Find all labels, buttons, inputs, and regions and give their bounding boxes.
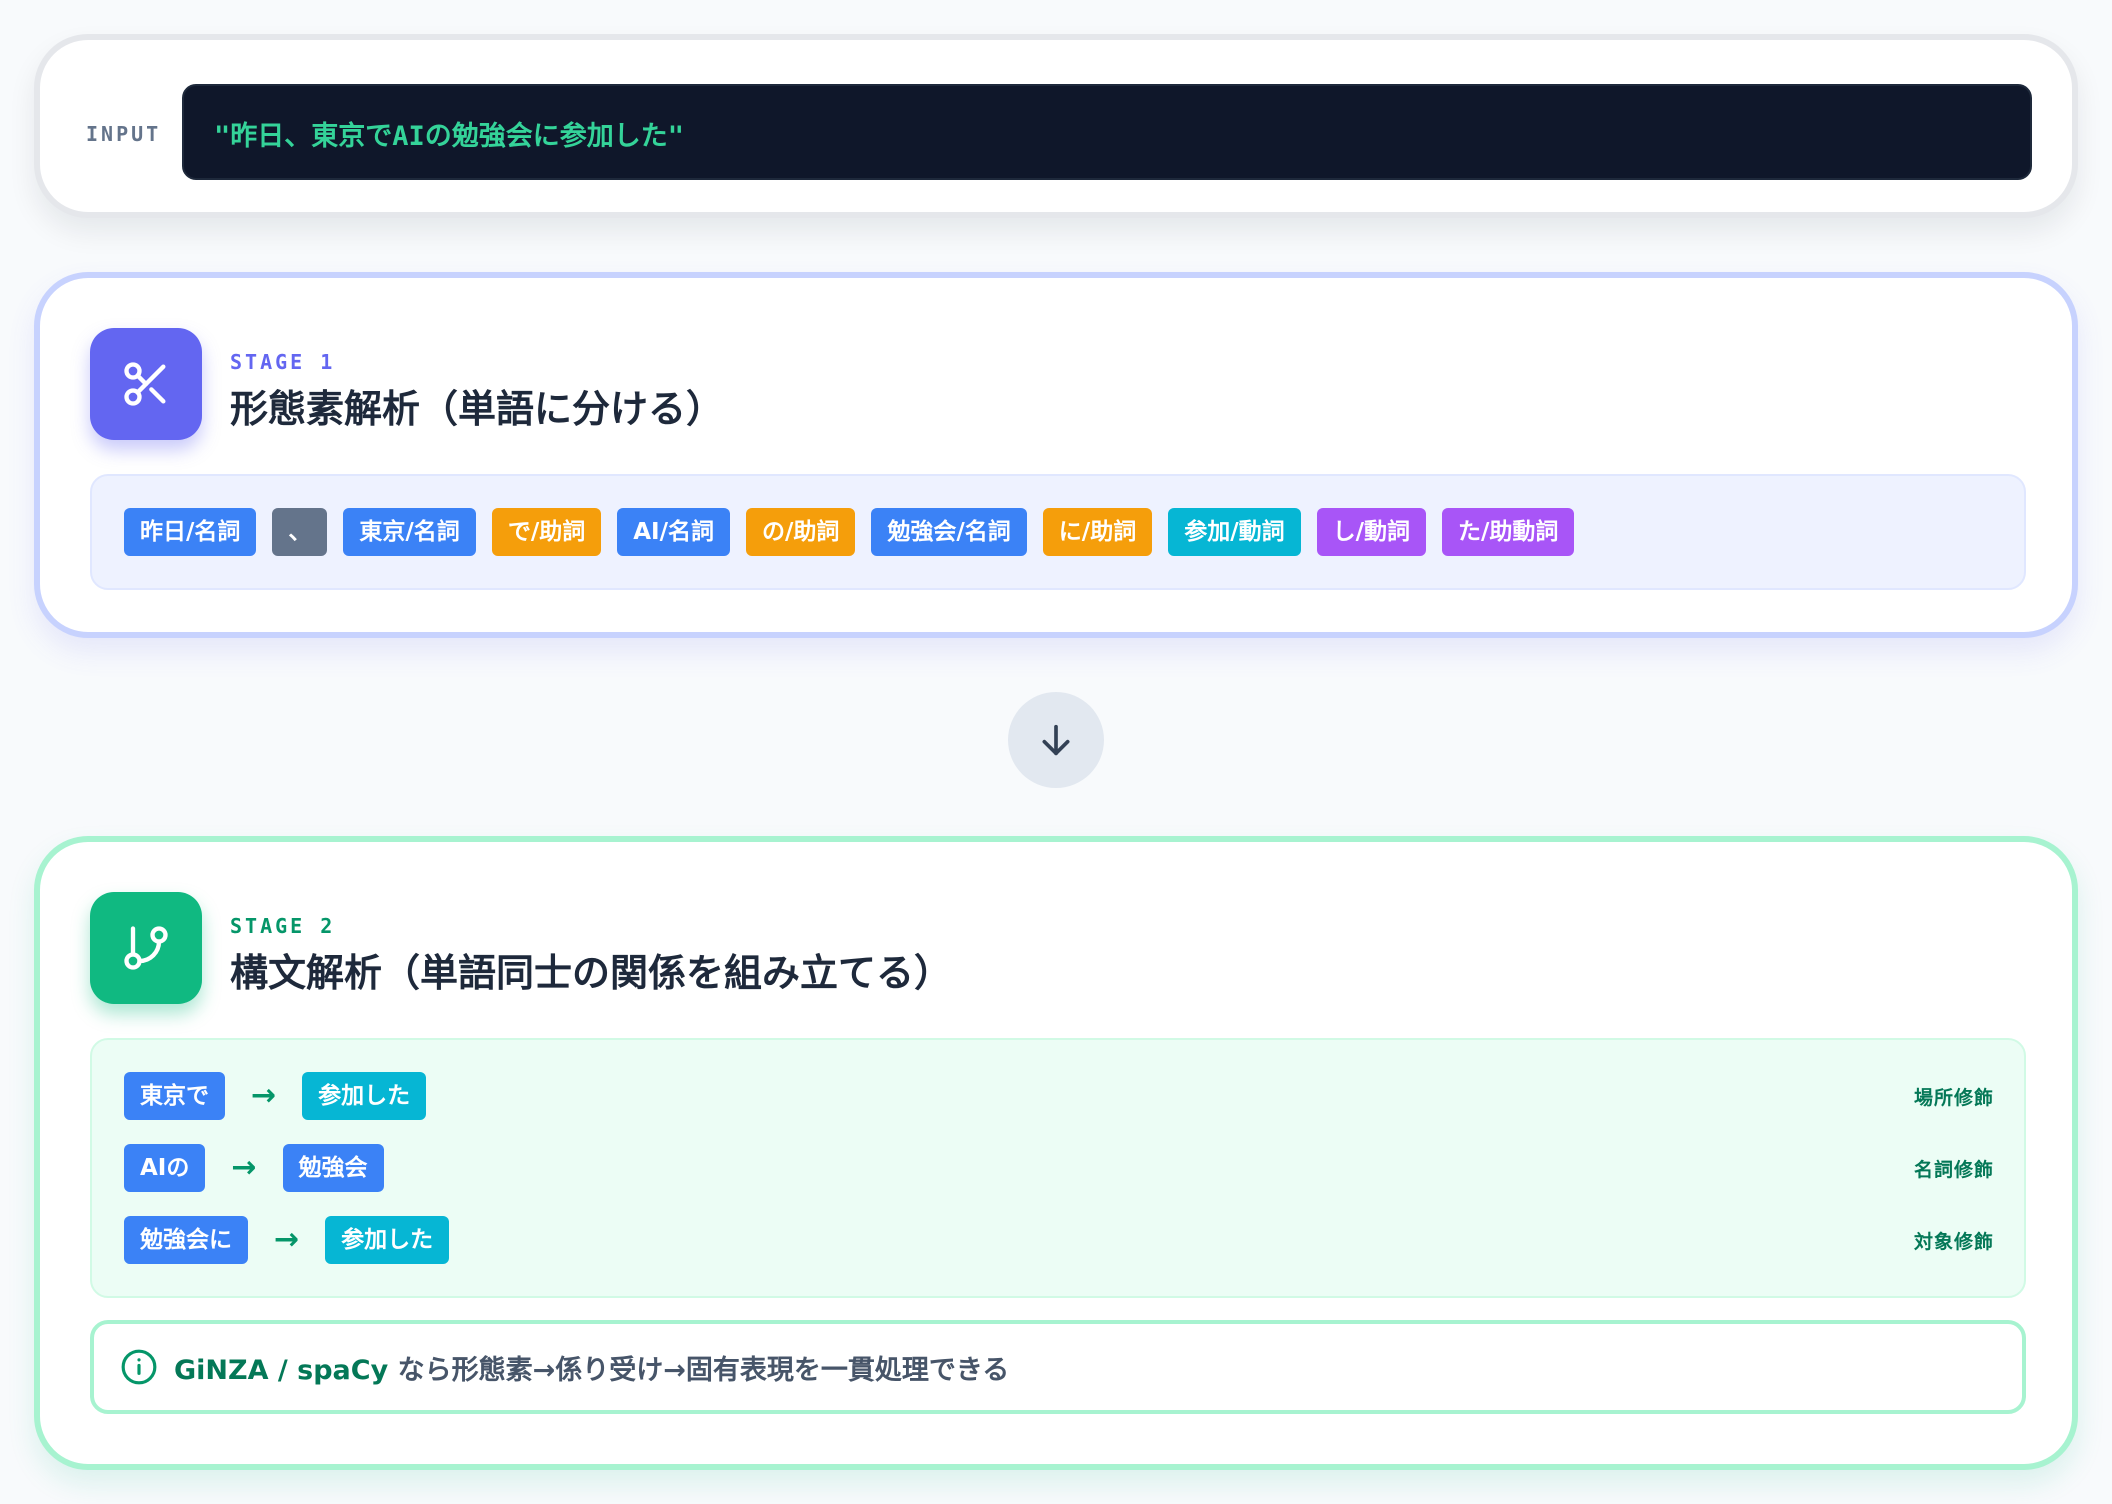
input-label: INPUT: [86, 122, 162, 146]
dependency-source: 勉強会に: [124, 1216, 248, 1264]
token-chip: 、: [272, 508, 328, 556]
token-chip: 東京/名詞: [343, 508, 476, 556]
dependency-target: 勉強会: [282, 1144, 384, 1192]
info-note-text: GiNZA / spaCy なら形態素→係り受け→固有表現を一貫処理できる: [174, 1348, 1009, 1387]
stage1-card: STAGE 1 形態素解析（単語に分ける） 昨日/名詞 、 東京/名詞 で/助詞…: [34, 272, 2078, 638]
token-chip: の/助詞: [745, 508, 856, 556]
stage1-title: 形態素解析（単語に分ける）: [230, 387, 725, 431]
token-chip: し/動詞: [1316, 508, 1427, 556]
dependency-target: 参加した: [325, 1216, 450, 1264]
stage2-title: 構文解析（単語同士の関係を組み立てる）: [230, 951, 953, 995]
dependency-row: AIの → 勉強会 名詞修飾: [124, 1144, 1994, 1192]
info-note: GiNZA / spaCy なら形態素→係り受け→固有表現を一貫処理できる: [90, 1320, 2026, 1414]
arrow-right-icon: →: [231, 1150, 257, 1185]
stage1-label: STAGE 1: [230, 350, 336, 374]
arrow-right-icon: →: [274, 1222, 300, 1257]
input-sentence-box: "昨日、東京でAIの勉強会に参加した": [182, 84, 2032, 180]
token-chip: に/助詞: [1042, 508, 1153, 556]
scissors-icon: [90, 328, 202, 440]
stage2-label: STAGE 2: [230, 914, 336, 938]
dependency-row: 勉強会に → 参加した 対象修飾: [124, 1216, 1994, 1264]
stage2-card: STAGE 2 構文解析（単語同士の関係を組み立てる） 東京で → 参加した 場…: [34, 836, 2078, 1470]
token-chip: 勉強会/名詞: [871, 508, 1027, 556]
dependency-relation: 対象修飾: [1913, 1230, 1994, 1253]
info-note-body: なら形態素→係り受け→固有表現を一貫処理できる: [388, 1354, 1010, 1386]
token-chip: 参加/動詞: [1168, 508, 1301, 556]
token-chip: 昨日/名詞: [124, 508, 257, 556]
input-card: INPUT "昨日、東京でAIの勉強会に参加した": [34, 34, 2078, 218]
dependency-source: 東京で: [124, 1072, 225, 1120]
dependency-list: 東京で → 参加した 場所修飾 AIの → 勉強会 名詞修飾 勉強会に → 参加…: [90, 1038, 2026, 1298]
dependency-relation: 名詞修飾: [1913, 1158, 1994, 1181]
token-chip: AI/名詞: [617, 508, 730, 556]
dependency-row: 東京で → 参加した 場所修飾: [124, 1072, 1994, 1120]
token-list: 昨日/名詞 、 東京/名詞 で/助詞 AI/名詞 の/助詞 勉強会/名詞 に/助…: [90, 474, 2026, 590]
library-name: GiNZA / spaCy: [174, 1354, 389, 1386]
git-branch-icon: [90, 892, 202, 1004]
input-sentence: "昨日、東京でAIの勉強会に参加した": [214, 121, 685, 152]
dependency-relation: 場所修飾: [1913, 1086, 1994, 1109]
arrow-right-icon: →: [251, 1078, 277, 1113]
token-chip: た/助動詞: [1442, 508, 1575, 556]
token-chip: で/助詞: [491, 508, 602, 556]
dependency-target: 参加した: [302, 1072, 427, 1120]
info-icon: [120, 1348, 158, 1386]
dependency-source: AIの: [124, 1144, 206, 1192]
arrow-down-icon: [1008, 692, 1104, 788]
